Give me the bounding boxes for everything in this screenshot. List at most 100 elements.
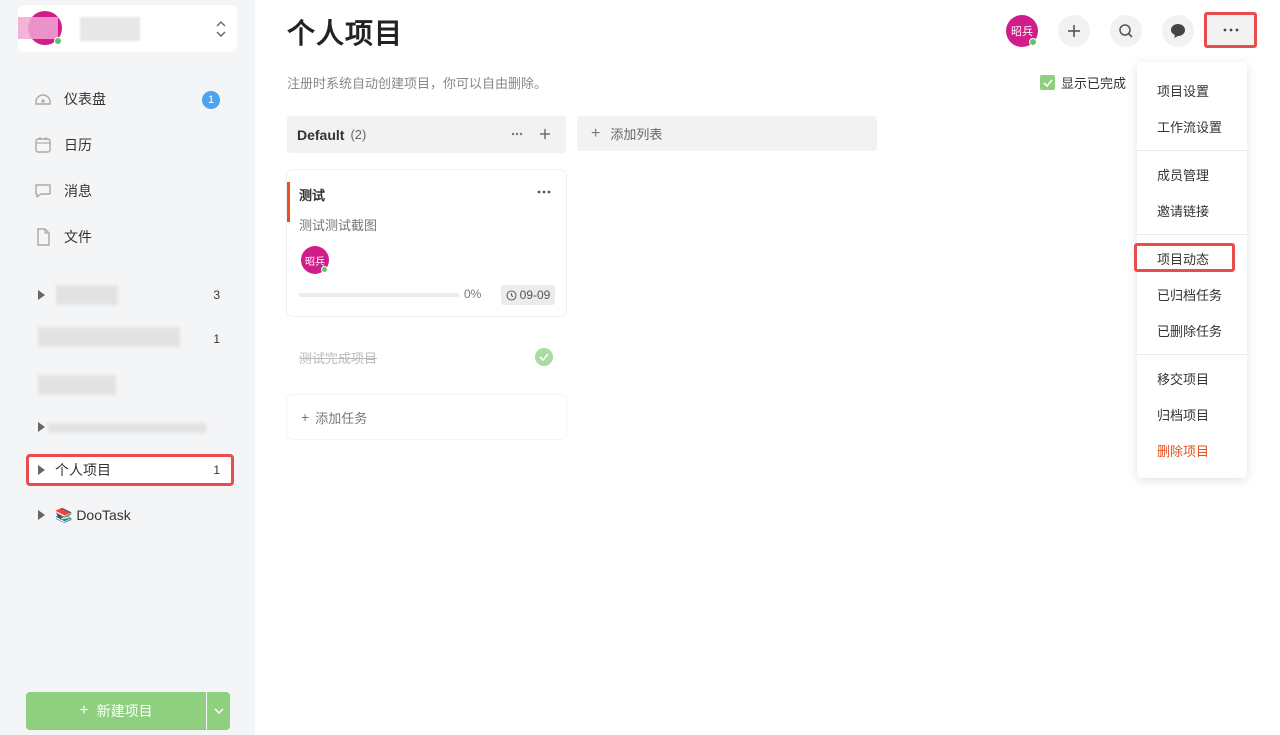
- online-status-icon: [321, 266, 328, 273]
- project-count: 3: [213, 288, 220, 302]
- column-name: Default: [297, 126, 345, 143]
- project-item-active[interactable]: 个人项目 1: [26, 454, 234, 486]
- chat-bubble-icon: [1171, 24, 1185, 38]
- calendar-icon: [35, 137, 51, 153]
- menu-divider: [1137, 354, 1247, 355]
- clock-icon: [506, 289, 517, 301]
- menu-item-project-activity[interactable]: 项目动态: [1157, 249, 1209, 268]
- project-item[interactable]: 3: [26, 279, 234, 311]
- more-options-button[interactable]: [1204, 12, 1257, 48]
- sidebar-item-label: 消息: [64, 183, 92, 199]
- completed-task-card[interactable]: 测试完成项目: [287, 334, 566, 378]
- progress-text: 0%: [464, 287, 482, 301]
- project-count: 1: [213, 463, 220, 477]
- project-name-redacted: [38, 327, 180, 347]
- column-count: (2): [350, 127, 367, 142]
- menu-item-archive-project[interactable]: 归档项目: [1157, 405, 1209, 424]
- show-completed-toggle[interactable]: 显示已完成: [1040, 73, 1126, 92]
- column-add-icon[interactable]: [539, 128, 551, 140]
- new-project-dropdown-button[interactable]: [207, 692, 230, 730]
- ellipsis-icon: [1223, 28, 1238, 32]
- assignee-avatar[interactable]: 昭兵: [301, 246, 329, 274]
- new-project-label: 新建项目: [96, 703, 153, 719]
- sidebar-item-label: 文件: [64, 229, 92, 245]
- column-header: Default (2): [287, 116, 566, 153]
- avatar-text: 昭兵: [1011, 26, 1033, 38]
- project-name: 个人项目: [55, 462, 111, 478]
- dashboard-badge: 1: [202, 91, 220, 109]
- menu-divider: [1137, 150, 1247, 151]
- project-name-redacted: [38, 375, 116, 395]
- chat-button[interactable]: [1162, 15, 1194, 47]
- menu-item-workflow-settings[interactable]: 工作流设置: [1157, 117, 1222, 136]
- chevron-up-down-icon: [216, 21, 226, 37]
- menu-item-project-settings[interactable]: 项目设置: [1157, 81, 1209, 100]
- due-date-badge: 09-09: [501, 285, 555, 305]
- project-item[interactable]: 1: [26, 323, 234, 355]
- due-date: 09-09: [519, 288, 551, 302]
- plus-icon: +: [301, 409, 310, 425]
- sidebar-item-files[interactable]: 文件: [34, 225, 92, 249]
- menu-item-archived-tasks[interactable]: 已归档任务: [1157, 285, 1222, 304]
- user-name-redacted: [80, 17, 140, 41]
- task-card[interactable]: 测试 测试测试截图 昭兵 0% 09-09: [287, 170, 566, 316]
- menu-item-transfer-project[interactable]: 移交项目: [1157, 369, 1209, 388]
- sidebar-item-label: 仪表盘: [64, 91, 106, 107]
- plus-icon: +: [79, 702, 89, 719]
- menu-item-invite-link[interactable]: 邀请链接: [1157, 201, 1209, 220]
- task-title: 测试: [299, 188, 326, 203]
- project-name: 📚 DooTask: [55, 506, 131, 523]
- expand-triangle-icon: [38, 422, 45, 432]
- checkbox-checked-icon: [1040, 75, 1055, 90]
- new-project-button[interactable]: + 新建项目: [26, 692, 206, 730]
- sidebar-item-label: 日历: [64, 137, 92, 153]
- chevron-down-icon: [213, 708, 224, 714]
- message-icon: [35, 184, 51, 198]
- priority-bar: [287, 182, 290, 222]
- project-name-redacted: [56, 285, 118, 305]
- online-status-icon: [1029, 38, 1037, 46]
- member-avatar[interactable]: 昭兵: [1006, 15, 1038, 47]
- project-name-redacted: [48, 423, 206, 433]
- add-task-label: 添加任务: [315, 410, 368, 426]
- task-description: 测试测试截图: [299, 218, 378, 233]
- sidebar-item-messages[interactable]: 消息: [34, 179, 92, 203]
- user-avatar: [18, 11, 62, 45]
- file-icon: [37, 228, 50, 246]
- project-count: 1: [213, 332, 220, 346]
- check-circle-icon[interactable]: [535, 348, 553, 366]
- search-button[interactable]: [1110, 15, 1142, 47]
- online-status-icon: [54, 37, 62, 45]
- add-column-label: 添加列表: [610, 127, 663, 142]
- progress-bar: [299, 293, 459, 297]
- menu-item-delete-project[interactable]: 删除项目: [1157, 441, 1209, 460]
- show-completed-label: 显示已完成: [1061, 76, 1127, 91]
- page-description: 注册时系统自动创建项目，你可以自由删除。: [287, 76, 548, 91]
- project-item[interactable]: [26, 411, 234, 443]
- user-switcher[interactable]: [18, 5, 237, 52]
- avatar-text: 昭兵: [305, 256, 325, 268]
- menu-divider: [1137, 234, 1247, 235]
- plus-icon: +: [591, 124, 601, 142]
- project-options-dropdown: 项目设置 工作流设置 成员管理 邀请链接 项目动态 已归档任务 已删除任务 移交…: [1134, 62, 1247, 478]
- project-item[interactable]: [26, 369, 234, 401]
- page-title: 个人项目: [287, 18, 404, 49]
- add-task-button[interactable]: [1058, 15, 1090, 47]
- task-menu-icon[interactable]: [537, 190, 551, 194]
- expand-triangle-icon: [38, 465, 45, 475]
- add-column-button[interactable]: + 添加列表: [577, 116, 877, 151]
- completed-task-title: 测试完成项目: [299, 351, 378, 366]
- sidebar-item-calendar[interactable]: 日历: [34, 133, 92, 157]
- expand-triangle-icon: [38, 290, 45, 300]
- plus-icon: [1068, 25, 1080, 37]
- sidebar-item-dashboard[interactable]: 仪表盘: [34, 87, 106, 111]
- menu-item-member-management[interactable]: 成员管理: [1157, 165, 1209, 184]
- add-task-inline-button[interactable]: + 添加任务: [287, 395, 566, 439]
- menu-item-deleted-tasks[interactable]: 已删除任务: [1157, 321, 1222, 340]
- column-menu-icon[interactable]: [511, 132, 523, 136]
- project-item[interactable]: 📚 DooTask: [26, 499, 234, 531]
- sidebar: 仪表盘 1 日历 消息 文件 3 1 个人项目 1 📚 DooTask + 新建…: [0, 0, 255, 735]
- dashboard-icon: [35, 94, 51, 105]
- expand-triangle-icon: [38, 510, 45, 520]
- search-icon: [1119, 24, 1133, 38]
